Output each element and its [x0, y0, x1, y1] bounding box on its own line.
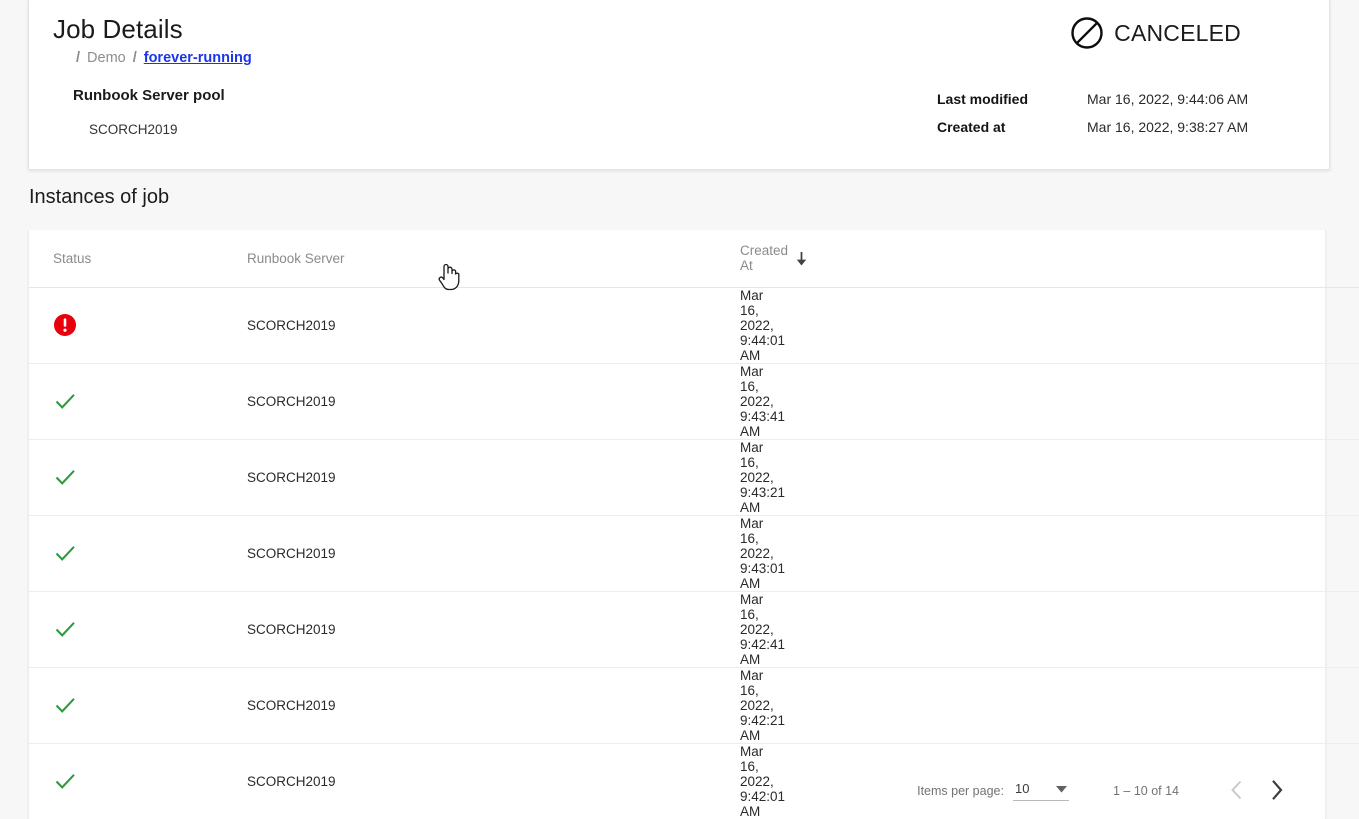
cell-status: [29, 591, 137, 667]
breadcrumb-separator-2: /: [133, 50, 137, 66]
chevron-right-icon: [1270, 779, 1284, 804]
cell-completed-at: Mar 16, 2022, 9:43:01 AM: [747, 591, 1359, 667]
breadcrumb-separator-1: /: [76, 50, 80, 66]
sort-created-at[interactable]: Created At: [740, 243, 808, 273]
column-header-runbook-server: Runbook Server: [137, 230, 385, 287]
cell-created-at: Mar 16, 2022, 9:43:01 AM: [385, 515, 747, 591]
cell-created-at: Mar 16, 2022, 9:44:01 AM: [385, 287, 747, 363]
chevron-left-icon: [1231, 780, 1243, 803]
cell-status: [29, 287, 137, 363]
meta-value-created-at: Mar 16, 2022, 9:38:27 AM: [1087, 119, 1248, 135]
cell-runbook-server: SCORCH2019: [137, 287, 385, 363]
items-per-page-value: 10: [1015, 781, 1029, 796]
job-detail-card: Job Details / Demo / forever-running Run…: [28, 0, 1330, 170]
meta-label-last-modified: Last modified: [937, 91, 1087, 107]
column-header-status-label: Status: [53, 251, 91, 266]
cell-completed-at: Mar 16, 2022, 9:43:41 AM: [747, 439, 1359, 515]
cell-created-at: Mar 16, 2022, 9:42:21 AM: [385, 667, 747, 743]
meta-row-created-at: Created at Mar 16, 2022, 9:38:27 AM: [937, 119, 1248, 147]
cell-completed-at: Mar 16, 2022, 9:44:13 AM: [747, 287, 1359, 363]
cell-runbook-server: SCORCH2019: [137, 667, 385, 743]
column-header-completed-at: Completed At: [747, 230, 1359, 287]
table-row[interactable]: SCORCH2019Mar 16, 2022, 9:43:41 AMMar 16…: [29, 363, 1359, 439]
previous-page-button[interactable]: [1217, 771, 1257, 811]
table-header-row: Status Runbook Server Created At: [29, 230, 1359, 287]
check-icon: [53, 617, 137, 641]
cell-status: [29, 439, 137, 515]
table-row[interactable]: SCORCH2019Mar 16, 2022, 9:42:21 AMMar 16…: [29, 667, 1359, 743]
status-badge: CANCELED: [1070, 16, 1241, 50]
cell-completed-at: Mar 16, 2022, 9:43:21 AM: [747, 515, 1359, 591]
runbook-server-pool-label: Runbook Server pool: [73, 87, 225, 104]
check-icon: [53, 389, 137, 413]
cell-status: [29, 515, 137, 591]
table-row[interactable]: SCORCH2019Mar 16, 2022, 9:42:41 AMMar 16…: [29, 591, 1359, 667]
meta-label-created-at: Created at: [937, 119, 1087, 135]
items-per-page-label: Items per page:: [917, 784, 1004, 798]
breadcrumb-item-current[interactable]: forever-running: [144, 50, 252, 66]
next-page-button[interactable]: [1257, 771, 1297, 811]
meta-value-last-modified: Mar 16, 2022, 9:44:06 AM: [1087, 91, 1248, 107]
cell-runbook-server: SCORCH2019: [137, 439, 385, 515]
cell-created-at: Mar 16, 2022, 9:42:41 AM: [385, 591, 747, 667]
table-head: Status Runbook Server Created At: [29, 230, 1359, 287]
check-icon: [53, 465, 137, 489]
items-per-page-select[interactable]: 10: [1013, 781, 1069, 801]
cell-created-at: Mar 16, 2022, 9:43:41 AM: [385, 363, 747, 439]
cell-completed-at: Mar 16, 2022, 9:44:01 AM: [747, 363, 1359, 439]
cell-runbook-server: SCORCH2019: [137, 591, 385, 667]
cell-completed-at: Mar 16, 2022, 9:42:41 AM: [747, 667, 1359, 743]
job-meta-list: Last modified Mar 16, 2022, 9:44:06 AM C…: [937, 91, 1248, 147]
column-header-runbook-server-label: Runbook Server: [247, 251, 345, 266]
arrow-down-icon: [795, 251, 808, 266]
breadcrumb-item-demo[interactable]: Demo: [87, 50, 126, 66]
cancel-icon: [1070, 16, 1104, 50]
check-icon: [53, 693, 137, 717]
error-icon: [53, 313, 137, 337]
instances-table: Status Runbook Server Created At: [29, 230, 1359, 819]
table-body: SCORCH2019Mar 16, 2022, 9:44:01 AMMar 16…: [29, 287, 1359, 819]
runbook-server-pool-value: SCORCH2019: [89, 122, 178, 137]
cell-status: [29, 363, 137, 439]
cell-runbook-server: SCORCH2019: [137, 515, 385, 591]
table-row[interactable]: SCORCH2019Mar 16, 2022, 9:43:01 AMMar 16…: [29, 515, 1359, 591]
cell-status: [29, 667, 137, 743]
table-row[interactable]: SCORCH2019Mar 16, 2022, 9:44:01 AMMar 16…: [29, 287, 1359, 363]
table-row[interactable]: SCORCH2019Mar 16, 2022, 9:43:21 AMMar 16…: [29, 439, 1359, 515]
instances-table-card: Status Runbook Server Created At: [28, 230, 1326, 819]
job-details-page: Job Details / Demo / forever-running Run…: [0, 0, 1359, 819]
meta-row-last-modified: Last modified Mar 16, 2022, 9:44:06 AM: [937, 91, 1248, 119]
breadcrumb: / Demo / forever-running: [76, 50, 252, 66]
cell-runbook-server: SCORCH2019: [137, 363, 385, 439]
column-header-created-at[interactable]: Created At: [385, 230, 747, 287]
page-title: Job Details: [53, 14, 183, 45]
paginator: Items per page: 10 1 – 10 of 14: [29, 763, 1325, 819]
cell-created-at: Mar 16, 2022, 9:43:21 AM: [385, 439, 747, 515]
section-heading-instances: Instances of job: [29, 186, 169, 209]
status-badge-label: CANCELED: [1114, 20, 1241, 47]
check-icon: [53, 541, 137, 565]
column-header-status: Status: [29, 230, 137, 287]
column-header-created-at-label: Created At: [740, 243, 788, 273]
pagination-range-label: 1 – 10 of 14: [1113, 784, 1179, 798]
chevron-down-icon: [1056, 781, 1067, 796]
